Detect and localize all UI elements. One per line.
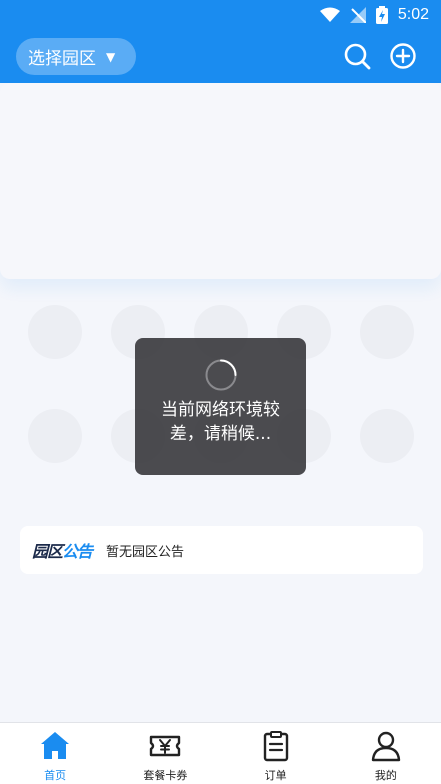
tab-orders[interactable]: 订单 bbox=[221, 723, 331, 784]
clipboard-icon bbox=[263, 731, 288, 762]
tab-label: 我的 bbox=[374, 769, 397, 782]
grid-item-placeholder bbox=[28, 305, 82, 359]
tab-label: 订单 bbox=[264, 769, 287, 782]
status-bar: 5:02 bbox=[0, 0, 441, 30]
park-select-label: 选择园区 bbox=[28, 49, 96, 69]
grid-item-placeholder bbox=[28, 409, 82, 463]
banner-placeholder[interactable] bbox=[0, 83, 441, 279]
status-time: 5:02 bbox=[397, 6, 429, 23]
notice-logo-part1: 园区 bbox=[32, 542, 63, 561]
tab-label: 首页 bbox=[44, 769, 67, 782]
loading-toast: 当前网络环境较差，请稍候... bbox=[135, 338, 306, 475]
tab-mine[interactable]: 我的 bbox=[331, 723, 441, 784]
grid-item-placeholder bbox=[360, 409, 414, 463]
add-circle-icon[interactable] bbox=[389, 42, 417, 70]
user-icon bbox=[371, 731, 401, 762]
notice-logo-part2: 公告 bbox=[62, 542, 93, 561]
no-signal-icon bbox=[349, 7, 366, 23]
battery-charging-icon bbox=[375, 6, 388, 24]
wifi-icon bbox=[319, 7, 340, 22]
home-icon bbox=[41, 732, 70, 759]
ticket-icon bbox=[150, 735, 181, 757]
bottom-tab-bar: 首页 套餐卡券 订单 我的 bbox=[0, 722, 441, 784]
search-icon[interactable] bbox=[343, 42, 371, 70]
loading-spinner-icon bbox=[205, 359, 236, 391]
toast-message: 当前网络环境较差，请稍候... bbox=[161, 400, 280, 444]
tab-label: 套餐卡券 bbox=[143, 769, 188, 782]
park-select-button[interactable]: 选择园区 ▼ bbox=[16, 38, 136, 75]
grid-item-placeholder bbox=[360, 305, 414, 359]
notice-text: 暂无园区公告 bbox=[106, 544, 185, 560]
tab-packages-coupons[interactable]: 套餐卡券 bbox=[110, 723, 220, 784]
park-notice-bar[interactable]: 园区公告 暂无园区公告 bbox=[20, 526, 423, 574]
chevron-down-icon: ▼ bbox=[106, 49, 116, 64]
header: 选择园区 ▼ bbox=[0, 30, 441, 83]
tab-home[interactable]: 首页 bbox=[0, 723, 110, 784]
banner-area bbox=[0, 83, 441, 279]
notice-logo: 园区公告 bbox=[32, 538, 93, 562]
